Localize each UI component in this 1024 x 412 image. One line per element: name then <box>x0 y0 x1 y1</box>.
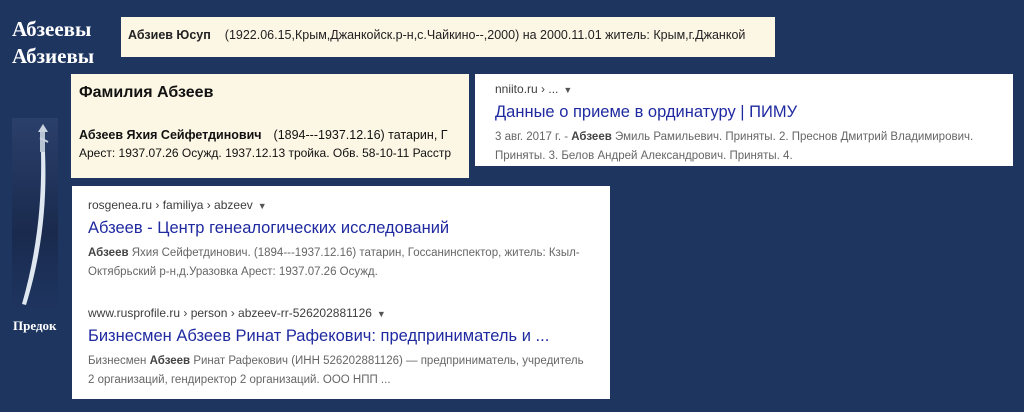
person-name: Абзеев Яхия Сейфетдинович <box>79 128 262 142</box>
saber-image <box>12 118 58 310</box>
search-result-rusprofile: www.rusprofile.ru › person › abzeev-rr-5… <box>88 306 610 390</box>
result-snippet: Абзеев Яхия Сейфетдинович. (1894---1937.… <box>88 247 580 278</box>
search-result-nniito: nniito.ru › ... ▼ Данные о приеме в ордин… <box>475 74 1013 166</box>
dropdown-caret-icon[interactable]: ▼ <box>377 309 386 319</box>
surname-card: Фамилия Абзеев Абзеев Яхия Сейфетдинович… <box>71 74 469 178</box>
dropdown-caret-icon[interactable]: ▼ <box>258 201 267 211</box>
person-details: (1922.06.15,Крым,Джанкойск.р-н,с.Чайкино… <box>224 28 746 42</box>
search-results-panel: rosgenea.ru › familiya › abzeev ▼ Абзеев … <box>72 186 610 399</box>
ancestor-caption: Предок <box>13 318 57 333</box>
family-name-2: Абзиевы <box>12 44 95 68</box>
family-names: Абзеевы Абзиевы <box>12 16 94 70</box>
result-url[interactable]: nniito.ru › ... <box>495 82 558 96</box>
result-title-link[interactable]: Бизнесмен Абзеев Ринат Рафекович: предпр… <box>88 327 610 346</box>
person-details: (1894---1937.12.16) татарин, Г <box>273 128 448 142</box>
search-result-rosgenea: rosgenea.ru › familiya › abzeev ▼ Абзеев … <box>88 198 610 282</box>
result-title-link[interactable]: Абзеев - Центр генеалогических исследова… <box>88 219 610 238</box>
family-name-1: Абзеевы <box>12 17 92 41</box>
result-title-link[interactable]: Данные о приеме в ординатуру | ПИМУ <box>495 103 1013 122</box>
record-card-yusup: Абзиев Юсуп (1922.06.15,Крым,Джанкойск.р-… <box>121 17 775 57</box>
result-snippet: Бизнесмен Абзеев Ринат Рафекович (ИНН 52… <box>88 355 584 386</box>
surname-heading: Фамилия Абзеев <box>79 84 214 101</box>
result-url[interactable]: rosgenea.ru › familiya › abzeev <box>88 198 253 212</box>
result-url[interactable]: www.rusprofile.ru › person › abzeev-rr-5… <box>88 306 372 320</box>
dropdown-caret-icon[interactable]: ▼ <box>563 85 572 95</box>
result-snippet: 3 авг. 2017 г. - Абзеев Эмиль Рамильевич… <box>495 131 974 162</box>
arrest-details: Арест: 1937.07.26 Осужд. 1937.12.13 трой… <box>79 146 452 160</box>
person-name: Абзиев Юсуп <box>128 28 211 42</box>
